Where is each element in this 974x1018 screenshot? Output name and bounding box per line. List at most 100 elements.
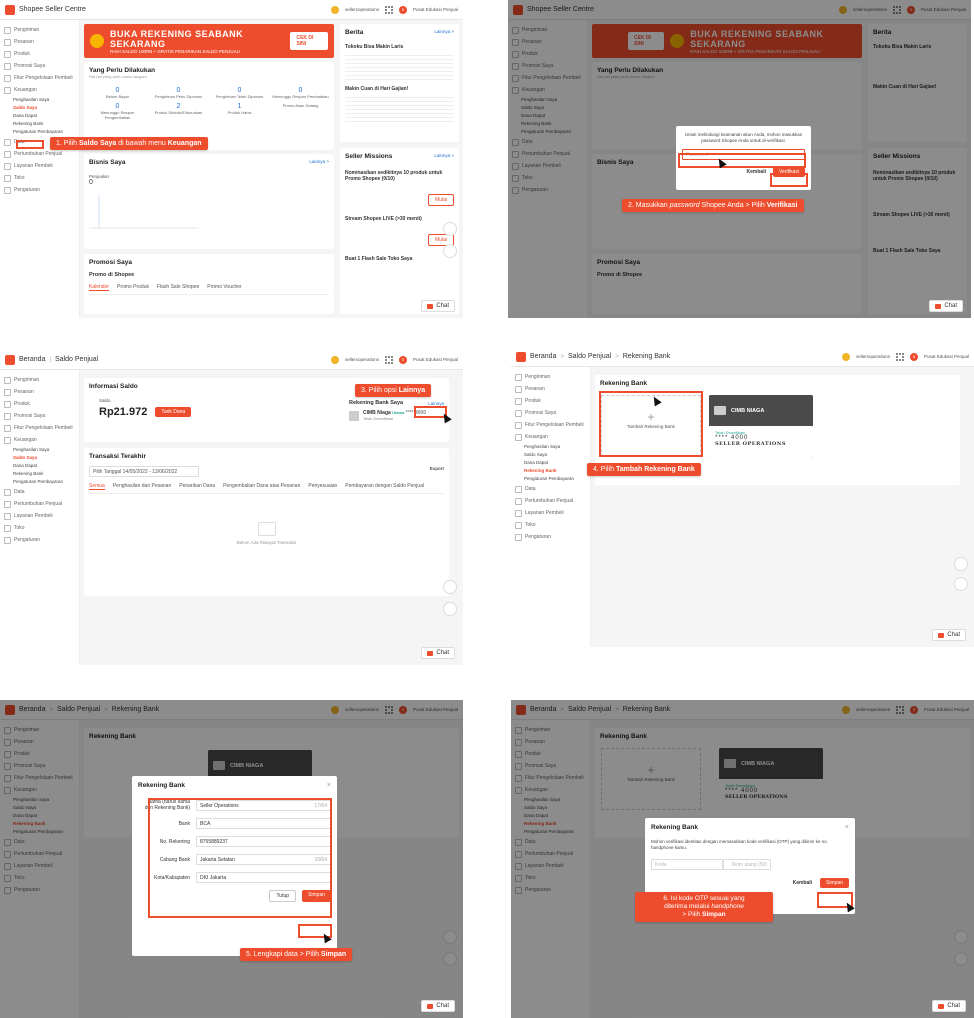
breadcrumb-rekening[interactable]: Rekening Bank [623,353,670,360]
sidebar-item-keuangan[interactable]: Keuangan [4,434,75,446]
sidebar-item-pengiriman[interactable]: Pengiriman [515,371,586,383]
seller-education-link[interactable]: Pusat Edukasi Penjual [413,7,458,12]
apps-grid-icon[interactable] [895,352,904,361]
withdraw-button[interactable]: Tarik Dana [155,407,192,417]
close-icon[interactable]: × [327,782,331,789]
sidebar-sub-pengaturan-pembayaran[interactable]: Pengaturan Pembayaran [515,475,586,483]
sidebar-item-fitur-pembeli[interactable]: Fitur Pengelolaan Pembeli [4,72,75,84]
sidebar-sub-rekening-bank[interactable]: Rekening Bank [4,470,75,478]
chat-button[interactable]: Chat [421,300,455,312]
sidebar-item-layanan[interactable]: Layanan Pembeli [4,160,75,172]
resend-otp-link[interactable]: Kirim ulang (59) [723,859,771,870]
breadcrumb-home[interactable]: Beranda [19,356,45,363]
brand-title[interactable]: Shopee Seller Centre [19,6,86,13]
sidebar-sub-saldo-saya[interactable]: Saldo Saya [4,104,75,112]
promo-tab[interactable]: Flash Sale Shopee [157,284,199,291]
sidebar-item-toko[interactable]: Toko [4,172,75,184]
sidebar-item-pesanan[interactable]: Pesanan [4,386,75,398]
back-button[interactable]: Kembali [791,878,814,888]
sidebar-item-pertumbuhan[interactable]: Pertumbuhan Penjual [4,498,75,510]
sidebar-item-pengaturan[interactable]: Pengaturan [4,184,75,196]
transaction-tab[interactable]: Pembayaran dengan Saldo Penjual [345,483,424,490]
todo-kpi[interactable]: 0 Pengiriman Perlu Diproses [150,87,207,99]
todo-kpi[interactable]: 0 Pengiriman Telah Diproses [211,87,268,99]
more-options-link[interactable]: Lainnya [428,401,444,406]
notification-badge[interactable]: 5 [398,5,407,14]
float-help-icon[interactable] [954,557,968,571]
apps-grid-icon[interactable] [384,5,393,14]
transaction-tab[interactable]: Penghasilan dari Pesanan [113,483,171,490]
todo-kpi[interactable]: 1 Produk Habis [211,103,268,120]
username[interactable]: sellersoperations [345,7,379,12]
sidebar-sub-dana-dapat[interactable]: Dana Dapat [515,459,586,467]
banner-cta-button[interactable]: CEK DI SINI [290,32,328,50]
sidebar-sub-saldo-saya[interactable]: Saldo Saya [4,454,75,462]
username[interactable]: sellersoperations [345,357,379,362]
chat-button[interactable]: Chat [929,300,963,312]
todo-kpi[interactable]: 0 Menunggu Respon Pembatalan [272,87,329,99]
bank-account-card[interactable]: CIMB NIAGA Telah Diverifikasi **** 4000 … [709,395,813,457]
missions-more-link[interactable]: Lainnya > [434,153,454,160]
sidebar-item-toko[interactable]: Toko [4,522,75,534]
float-refresh-icon[interactable] [954,577,968,591]
promo-tab[interactable]: Promo Voucher [207,284,241,291]
seabank-banner[interactable]: BUKA REKENING SEABANK SEKARANG RAIH SALD… [84,24,334,58]
sidebar-item-pengiriman[interactable]: Pengiriman [4,24,75,36]
todo-kpi[interactable]: 0 Menunggu Respon Pengembalian [89,103,146,120]
sidebar-item-produk[interactable]: Produk [4,398,75,410]
date-range-picker[interactable]: Pilih Tanggal 14/05/2022 - 13/06/2022 [89,466,199,477]
float-refresh-icon[interactable] [443,602,457,616]
sidebar-sub-pengaturan-pembayaran[interactable]: Pengaturan Pembayaran [4,478,75,486]
todo-kpi[interactable]: 2 Produk Diblokir/Diturunkan [150,103,207,120]
chat-button[interactable]: Chat [932,629,966,641]
sidebar-sub-penghasilan[interactable]: Penghasilan Saya [515,443,586,451]
sidebar-sub-rekening-bank[interactable]: Rekening Bank [4,120,75,128]
sidebar-item-pengiriman[interactable]: Pengiriman [4,374,75,386]
seller-education-link[interactable]: Pusat Edukasi Penjual [924,354,969,359]
apps-grid-icon[interactable] [384,355,393,364]
seller-education-link[interactable]: Pusat Edukasi Penjual [413,357,458,362]
sidebar-item-pesanan[interactable]: Pesanan [4,36,75,48]
sidebar-sub-dana-dapat[interactable]: Dana Dapat [4,462,75,470]
save-button[interactable]: Simpan [820,878,849,888]
sidebar-item-keuangan[interactable]: Keuangan [4,84,75,96]
sidebar-sub-saldo-saya[interactable]: Saldo Saya [515,451,586,459]
transaction-tab[interactable]: Penarikan Dana [179,483,215,490]
chat-button[interactable]: Chat [421,1000,455,1012]
sidebar-item-produk[interactable]: Produk [515,395,586,407]
sidebar-item-pengaturan[interactable]: Pengaturan [515,531,586,543]
news-more-link[interactable]: Lainnya > [434,29,454,36]
sidebar-item-pertumbuhan[interactable]: Pertumbuhan Penjual [515,495,586,507]
promo-tab[interactable]: Kalender [89,284,110,291]
sidebar-item-keuangan[interactable]: Keuangan [515,431,586,443]
transaction-tab[interactable]: Pengembalian Dana atas Pesanan [223,483,300,490]
close-icon[interactable]: × [845,824,849,831]
breadcrumb-saldo[interactable]: Saldo Penjual [55,356,98,363]
transaction-tab[interactable]: Penyesuaian [308,483,337,490]
breadcrumb-saldo[interactable]: Saldo Penjual [568,353,611,360]
sidebar-sub-pengaturan-pembayaran[interactable]: Pengaturan Pembayaran [4,128,75,136]
news-item[interactable]: Makin Cuan di Hari Gajian! [345,86,454,92]
sidebar-item-promosi[interactable]: Promosi Saya [4,60,75,72]
notification-badge[interactable]: 5 [909,352,918,361]
breadcrumb-home[interactable]: Beranda [530,353,556,360]
sidebar-item-data[interactable]: Data [4,486,75,498]
export-button[interactable]: Export [430,466,444,477]
mission-start-button[interactable]: Mulai [428,194,454,206]
sidebar-item-produk[interactable]: Produk [4,48,75,60]
float-help-icon[interactable] [443,580,457,594]
back-button[interactable]: Kembali [745,167,768,177]
sidebar-item-layanan[interactable]: Layanan Pembeli [4,510,75,522]
sidebar-sub-dana-dapat[interactable]: Dana Dapat [4,112,75,120]
sidebar-item-data[interactable]: Data [515,483,586,495]
sidebar-sub-penghasilan[interactable]: Penghasilan Saya [4,96,75,104]
sidebar-item-pesanan[interactable]: Pesanan [515,383,586,395]
sidebar-item-toko[interactable]: Toko [515,519,586,531]
sidebar-item-promosi[interactable]: Promosi Saya [4,410,75,422]
todo-kpi[interactable]: 0 Belum Bayar [89,87,146,99]
sidebar-item-layanan[interactable]: Layanan Pembeli [515,507,586,519]
news-item[interactable]: Tokoku Bisa Makin Laris [345,44,454,50]
otp-input[interactable]: Kode [651,859,723,870]
chat-button[interactable]: Chat [932,1000,966,1012]
sidebar-sub-rekening-bank[interactable]: Rekening Bank [515,467,586,475]
